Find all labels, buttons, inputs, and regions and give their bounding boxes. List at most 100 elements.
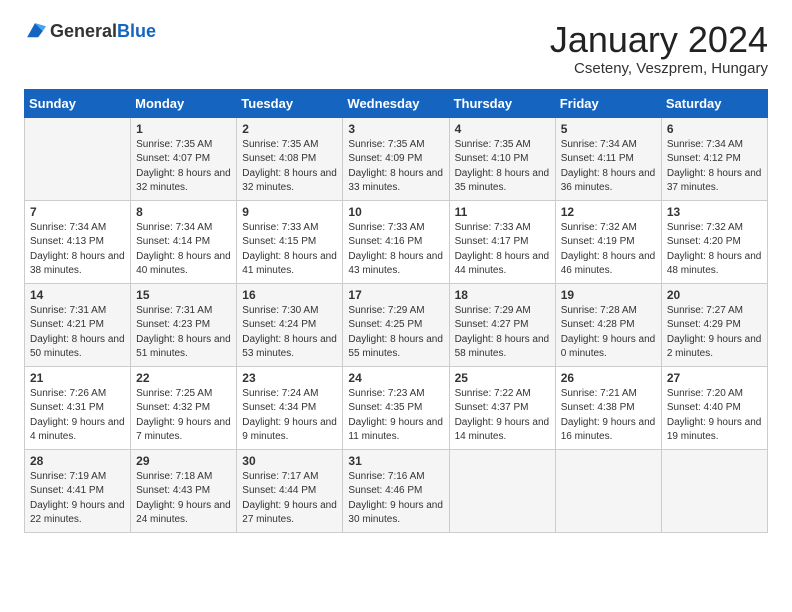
col-header-saturday: Saturday bbox=[661, 89, 767, 117]
day-info: Sunrise: 7:35 AMSunset: 4:08 PMDaylight:… bbox=[242, 138, 337, 196]
calendar-cell: 5 Sunrise: 7:34 AMSunset: 4:11 PMDaylight… bbox=[555, 117, 661, 200]
calendar-title: January 2024 bbox=[550, 20, 768, 60]
title-block: January 2024 Cseteny, Veszprem, Hungary bbox=[550, 20, 768, 77]
col-header-wednesday: Wednesday bbox=[343, 89, 449, 117]
day-info: Sunrise: 7:19 AMSunset: 4:41 PMDaylight:… bbox=[30, 470, 125, 528]
calendar-cell bbox=[25, 117, 131, 200]
calendar-cell: 20 Sunrise: 7:27 AMSunset: 4:29 PMDayligh… bbox=[661, 283, 767, 366]
day-info: Sunrise: 7:30 AMSunset: 4:24 PMDaylight:… bbox=[242, 304, 337, 362]
calendar-cell: 4Sunrise: 7:35 AMSunset: 4:10 PMDaylight… bbox=[449, 117, 555, 200]
calendar-cell: 29 Sunrise: 7:18 AMSunset: 4:43 PMDayligh… bbox=[131, 449, 237, 532]
day-number: 19 bbox=[561, 288, 656, 302]
calendar-cell: 14Sunrise: 7:31 AMSunset: 4:21 PMDayligh… bbox=[25, 283, 131, 366]
day-info: Sunrise: 7:35 AMSunset: 4:09 PMDaylight:… bbox=[348, 138, 443, 196]
calendar-cell: 28 Sunrise: 7:19 AMSunset: 4:41 PMDayligh… bbox=[25, 449, 131, 532]
day-number: 25 bbox=[455, 371, 550, 385]
day-number: 11 bbox=[455, 205, 550, 219]
day-info: Sunrise: 7:34 AMSunset: 4:13 PMDaylight:… bbox=[30, 221, 125, 279]
day-number: 24 bbox=[348, 371, 443, 385]
day-info: Sunrise: 7:24 AMSunset: 4:34 PMDaylight:… bbox=[242, 387, 337, 445]
calendar-cell: 11 Sunrise: 7:33 AMSunset: 4:17 PMDayligh… bbox=[449, 200, 555, 283]
calendar-cell: 19Sunrise: 7:28 AMSunset: 4:28 PMDayligh… bbox=[555, 283, 661, 366]
calendar-cell bbox=[449, 449, 555, 532]
col-header-sunday: Sunday bbox=[25, 89, 131, 117]
day-info: Sunrise: 7:26 AMSunset: 4:31 PMDaylight:… bbox=[30, 387, 125, 445]
calendar-cell: 30 Sunrise: 7:17 AMSunset: 4:44 PMDayligh… bbox=[237, 449, 343, 532]
day-number: 1 bbox=[136, 122, 231, 136]
calendar-cell: 23 Sunrise: 7:24 AMSunset: 4:34 PMDayligh… bbox=[237, 366, 343, 449]
day-info: Sunrise: 7:32 AMSunset: 4:20 PMDaylight:… bbox=[667, 221, 762, 279]
day-number: 17 bbox=[348, 288, 443, 302]
day-number: 5 bbox=[561, 122, 656, 136]
calendar-cell: 10 Sunrise: 7:33 AMSunset: 4:16 PMDayligh… bbox=[343, 200, 449, 283]
calendar-cell: 15Sunrise: 7:31 AMSunset: 4:23 PMDayligh… bbox=[131, 283, 237, 366]
logo-general: General bbox=[50, 21, 117, 41]
calendar-cell: 24Sunrise: 7:23 AMSunset: 4:35 PMDayligh… bbox=[343, 366, 449, 449]
calendar-cell: 17Sunrise: 7:29 AMSunset: 4:25 PMDayligh… bbox=[343, 283, 449, 366]
week-row-4: 21 Sunrise: 7:26 AMSunset: 4:31 PMDayligh… bbox=[25, 366, 768, 449]
day-info: Sunrise: 7:27 AMSunset: 4:29 PMDaylight:… bbox=[667, 304, 762, 362]
calendar-cell: 26Sunrise: 7:21 AMSunset: 4:38 PMDayligh… bbox=[555, 366, 661, 449]
calendar-cell: 18 Sunrise: 7:29 AMSunset: 4:27 PMDayligh… bbox=[449, 283, 555, 366]
calendar-cell: 2 Sunrise: 7:35 AMSunset: 4:08 PMDaylight… bbox=[237, 117, 343, 200]
day-info: Sunrise: 7:25 AMSunset: 4:32 PMDaylight:… bbox=[136, 387, 231, 445]
week-row-5: 28 Sunrise: 7:19 AMSunset: 4:41 PMDayligh… bbox=[25, 449, 768, 532]
day-info: Sunrise: 7:29 AMSunset: 4:27 PMDaylight:… bbox=[455, 304, 550, 362]
day-info: Sunrise: 7:34 AMSunset: 4:12 PMDaylight:… bbox=[667, 138, 762, 196]
calendar-cell: 16 Sunrise: 7:30 AMSunset: 4:24 PMDayligh… bbox=[237, 283, 343, 366]
week-row-1: 1Sunrise: 7:35 AMSunset: 4:07 PMDaylight… bbox=[25, 117, 768, 200]
week-row-2: 7 Sunrise: 7:34 AMSunset: 4:13 PMDaylight… bbox=[25, 200, 768, 283]
col-header-friday: Friday bbox=[555, 89, 661, 117]
header-row: SundayMondayTuesdayWednesdayThursdayFrid… bbox=[25, 89, 768, 117]
day-info: Sunrise: 7:34 AMSunset: 4:11 PMDaylight:… bbox=[561, 138, 656, 196]
day-info: Sunrise: 7:33 AMSunset: 4:17 PMDaylight:… bbox=[455, 221, 550, 279]
day-number: 7 bbox=[30, 205, 125, 219]
day-number: 28 bbox=[30, 454, 125, 468]
calendar-cell: 22 Sunrise: 7:25 AMSunset: 4:32 PMDayligh… bbox=[131, 366, 237, 449]
calendar-cell: 31Sunrise: 7:16 AMSunset: 4:46 PMDayligh… bbox=[343, 449, 449, 532]
day-number: 30 bbox=[242, 454, 337, 468]
day-info: Sunrise: 7:35 AMSunset: 4:10 PMDaylight:… bbox=[455, 138, 550, 196]
logo: GeneralBlue bbox=[24, 20, 156, 42]
logo-icon bbox=[24, 20, 46, 42]
day-number: 29 bbox=[136, 454, 231, 468]
calendar-subtitle: Cseteny, Veszprem, Hungary bbox=[550, 60, 768, 77]
day-info: Sunrise: 7:33 AMSunset: 4:16 PMDaylight:… bbox=[348, 221, 443, 279]
day-number: 22 bbox=[136, 371, 231, 385]
day-number: 3 bbox=[348, 122, 443, 136]
day-info: Sunrise: 7:16 AMSunset: 4:46 PMDaylight:… bbox=[348, 470, 443, 528]
day-number: 10 bbox=[348, 205, 443, 219]
day-number: 18 bbox=[455, 288, 550, 302]
day-info: Sunrise: 7:20 AMSunset: 4:40 PMDaylight:… bbox=[667, 387, 762, 445]
calendar-cell: 25Sunrise: 7:22 AMSunset: 4:37 PMDayligh… bbox=[449, 366, 555, 449]
calendar-cell: 3 Sunrise: 7:35 AMSunset: 4:09 PMDaylight… bbox=[343, 117, 449, 200]
calendar-cell: 21 Sunrise: 7:26 AMSunset: 4:31 PMDayligh… bbox=[25, 366, 131, 449]
day-info: Sunrise: 7:31 AMSunset: 4:21 PMDaylight:… bbox=[30, 304, 125, 362]
day-number: 21 bbox=[30, 371, 125, 385]
col-header-tuesday: Tuesday bbox=[237, 89, 343, 117]
day-number: 23 bbox=[242, 371, 337, 385]
day-info: Sunrise: 7:17 AMSunset: 4:44 PMDaylight:… bbox=[242, 470, 337, 528]
header: GeneralBlue January 2024 Cseteny, Veszpr… bbox=[24, 20, 768, 77]
calendar-cell: 8Sunrise: 7:34 AMSunset: 4:14 PMDaylight… bbox=[131, 200, 237, 283]
day-info: Sunrise: 7:33 AMSunset: 4:15 PMDaylight:… bbox=[242, 221, 337, 279]
calendar-cell: 12Sunrise: 7:32 AMSunset: 4:19 PMDayligh… bbox=[555, 200, 661, 283]
day-info: Sunrise: 7:18 AMSunset: 4:43 PMDaylight:… bbox=[136, 470, 231, 528]
day-number: 27 bbox=[667, 371, 762, 385]
col-header-thursday: Thursday bbox=[449, 89, 555, 117]
day-number: 15 bbox=[136, 288, 231, 302]
day-number: 26 bbox=[561, 371, 656, 385]
day-number: 20 bbox=[667, 288, 762, 302]
col-header-monday: Monday bbox=[131, 89, 237, 117]
calendar-table: SundayMondayTuesdayWednesdayThursdayFrid… bbox=[24, 89, 768, 533]
week-row-3: 14Sunrise: 7:31 AMSunset: 4:21 PMDayligh… bbox=[25, 283, 768, 366]
day-number: 2 bbox=[242, 122, 337, 136]
logo-blue: Blue bbox=[117, 21, 156, 41]
calendar-cell: 13Sunrise: 7:32 AMSunset: 4:20 PMDayligh… bbox=[661, 200, 767, 283]
day-info: Sunrise: 7:32 AMSunset: 4:19 PMDaylight:… bbox=[561, 221, 656, 279]
calendar-cell: 7 Sunrise: 7:34 AMSunset: 4:13 PMDaylight… bbox=[25, 200, 131, 283]
calendar-cell: 9 Sunrise: 7:33 AMSunset: 4:15 PMDaylight… bbox=[237, 200, 343, 283]
day-number: 16 bbox=[242, 288, 337, 302]
day-number: 9 bbox=[242, 205, 337, 219]
day-number: 8 bbox=[136, 205, 231, 219]
